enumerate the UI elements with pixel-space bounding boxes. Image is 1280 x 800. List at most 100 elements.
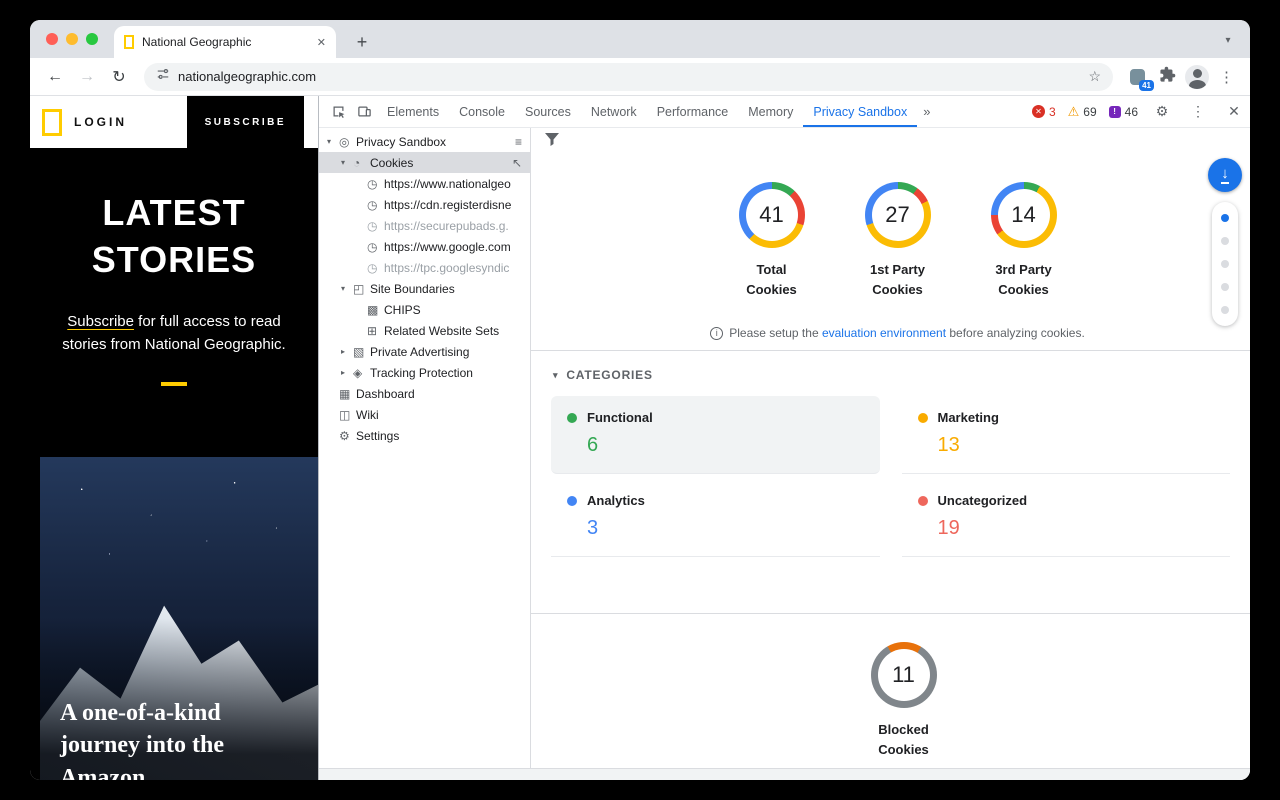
hero-photo[interactable]: A one-of-a-kind journey into the Amazon (40, 457, 318, 780)
issues-badge[interactable]: ! 46 (1109, 105, 1138, 119)
total-cookies-count: 41 (759, 202, 783, 228)
tree-item-related-website-sets[interactable]: ⊞ Related Website Sets (319, 320, 530, 341)
site-boundaries-icon: ◰ (353, 282, 370, 296)
inspect-element-icon[interactable] (325, 96, 351, 127)
tab-performance[interactable]: Performance (647, 96, 739, 127)
site-settings-icon[interactable] (156, 67, 170, 86)
tree-item-privacy-sandbox[interactable]: ▾ ◎ Privacy Sandbox ≡ (319, 131, 530, 152)
window-controls (46, 33, 98, 45)
cookies-report-panel: 41 TotalCookies 27 1st PartyCookies (531, 128, 1250, 768)
extension-button[interactable]: 41 (1125, 65, 1149, 89)
scroll-dot[interactable] (1221, 260, 1229, 268)
extensions-menu-button[interactable] (1155, 65, 1179, 89)
tree-item-private-advertising[interactable]: ▸ ▧ Private Advertising (319, 341, 530, 362)
minimize-window-button[interactable] (66, 33, 78, 45)
tree-label: https://tpc.googlesyndic (384, 261, 509, 275)
new-tab-button[interactable]: + (348, 28, 376, 56)
tab-console[interactable]: Console (449, 96, 515, 127)
puzzle-icon (1159, 66, 1176, 88)
category-label: Marketing (938, 410, 999, 425)
expander-icon[interactable]: ▸ (341, 347, 353, 356)
tree-item-cookies[interactable]: ▾ ◔ Cookies ↖ (319, 152, 530, 173)
category-value: 3 (587, 517, 864, 540)
expander-icon[interactable]: ▾ (341, 158, 353, 167)
first-party-count: 27 (885, 202, 909, 228)
tab-elements[interactable]: Elements (377, 96, 449, 127)
tree-item-tracking-protection[interactable]: ▸ ◈ Tracking Protection (319, 362, 530, 383)
natgeo-logo[interactable] (42, 109, 62, 136)
expander-icon[interactable]: ▾ (341, 284, 353, 293)
categories-header[interactable]: ▾ CATEGORIES (553, 368, 1250, 382)
tab-sources[interactable]: Sources (515, 96, 581, 127)
related-website-sets-icon: ⊞ (367, 324, 384, 338)
chart-total-cookies: 41 TotalCookies (726, 182, 818, 300)
tab-close-icon[interactable]: ✕ (317, 36, 326, 49)
filter-funnel-icon[interactable] (545, 133, 559, 151)
section-scroll-indicator[interactable] (1212, 202, 1238, 326)
error-badge[interactable]: ✕ 3 (1032, 105, 1056, 119)
chart-first-party-cookies: 27 1st PartyCookies (852, 182, 944, 300)
tree-item-site-boundaries[interactable]: ▾ ◰ Site Boundaries (319, 278, 530, 299)
blocked-label: BlockedCookies (858, 720, 950, 760)
scroll-dot[interactable] (1221, 237, 1229, 245)
tree-item-settings[interactable]: ⚙ Settings (319, 425, 530, 446)
browser-menu-button[interactable]: ⋮ (1215, 68, 1238, 86)
warning-badge[interactable]: ⚠ 69 (1068, 104, 1097, 120)
hero-section: LATEST STORIES Subscribe for full access… (30, 190, 318, 386)
devtools-menu-icon[interactable]: ⋮ (1186, 103, 1210, 120)
tree-item-cookie-origin-4[interactable]: ◷ https://www.google.com (319, 236, 530, 257)
tree-menu-icon[interactable]: ≡ (515, 135, 522, 149)
inspect-cookies-icon[interactable]: ↖ (512, 156, 522, 170)
scroll-dot[interactable] (1221, 306, 1229, 314)
download-icon: ↓ (1221, 166, 1229, 184)
profile-avatar[interactable] (1185, 65, 1209, 89)
address-bar[interactable]: nationalgeographic.com ☆ (144, 63, 1113, 91)
tree-item-cookie-origin-2[interactable]: ◷ https://cdn.registerdisne (319, 194, 530, 215)
natgeo-favicon (124, 35, 134, 49)
tab-network[interactable]: Network (581, 96, 647, 127)
tree-item-chips[interactable]: ▩ CHIPS (319, 299, 530, 320)
setup-info-note: i Please setup the evaluation environmen… (531, 326, 1250, 340)
donut-third-party-cookies: 14 (991, 182, 1057, 248)
devtools-settings-icon[interactable]: ⚙ (1150, 103, 1174, 120)
forward-button[interactable]: → (74, 64, 100, 90)
devtools-close-icon[interactable]: ✕ (1222, 103, 1246, 120)
tree-item-wiki[interactable]: ◫ Wiki (319, 404, 530, 425)
tree-item-dashboard[interactable]: ▦ Dashboard (319, 383, 530, 404)
tab-list-chevron-icon[interactable]: ▾ (1216, 28, 1240, 52)
category-uncategorized[interactable]: Uncategorized 19 (902, 479, 1231, 557)
tab-memory[interactable]: Memory (738, 96, 803, 127)
more-tabs-icon[interactable]: » (917, 104, 936, 119)
category-value: 19 (938, 517, 1215, 540)
tree-label: Privacy Sandbox (356, 135, 446, 149)
clock-icon: ◷ (367, 198, 384, 212)
close-window-button[interactable] (46, 33, 58, 45)
horizontal-scrollbar[interactable] (319, 768, 1250, 780)
expander-icon[interactable]: ▾ (327, 137, 339, 146)
url-text[interactable]: nationalgeographic.com (178, 69, 1080, 84)
bookmark-star-icon[interactable]: ☆ (1088, 68, 1101, 85)
category-analytics[interactable]: Analytics 3 (551, 479, 880, 557)
browser-tab[interactable]: National Geographic ✕ (114, 26, 336, 58)
login-link[interactable]: LOGIN (74, 115, 127, 129)
tree-item-cookie-origin-1[interactable]: ◷ https://www.nationalgeo (319, 173, 530, 194)
expander-icon[interactable]: ▸ (341, 368, 353, 377)
zoom-window-button[interactable] (86, 33, 98, 45)
tab-privacy-sandbox[interactable]: Privacy Sandbox (803, 96, 917, 127)
scroll-dot[interactable] (1221, 283, 1229, 291)
hero-caption[interactable]: A one-of-a-kind journey into the Amazon (60, 697, 292, 780)
back-button[interactable]: ← (42, 64, 68, 90)
reload-button[interactable]: ↻ (106, 64, 132, 90)
scroll-dot-active[interactable] (1221, 214, 1229, 222)
download-report-button[interactable]: ↓ (1208, 158, 1242, 192)
category-marketing[interactable]: Marketing 13 (902, 396, 1231, 474)
evaluation-environment-link[interactable]: evaluation environment (822, 326, 946, 340)
chevron-down-icon[interactable]: ▾ (553, 370, 558, 381)
category-value: 6 (587, 434, 864, 457)
tree-item-cookie-origin-5[interactable]: ◷ https://tpc.googlesyndic (319, 257, 530, 278)
tree-item-cookie-origin-3[interactable]: ◷ https://securepubads.g. (319, 215, 530, 236)
subscribe-button[interactable]: SUBSCRIBE (187, 96, 304, 148)
device-toolbar-icon[interactable] (351, 96, 377, 127)
category-functional[interactable]: Functional 6 (551, 396, 880, 474)
subscribe-text-link[interactable]: Subscribe (67, 313, 134, 330)
